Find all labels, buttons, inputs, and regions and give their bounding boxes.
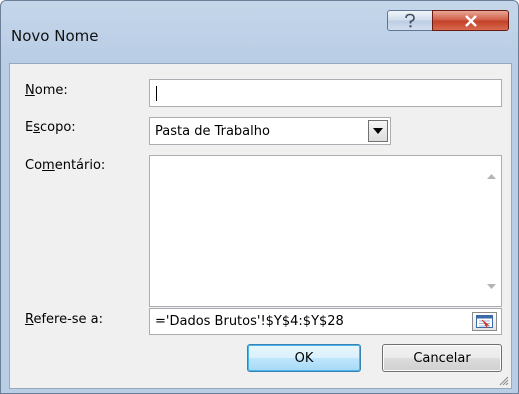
- help-icon: [405, 13, 415, 27]
- scope-selected-value: Pasta de Trabalho: [155, 123, 270, 139]
- comment-textarea[interactable]: [149, 155, 502, 307]
- close-button[interactable]: [432, 10, 509, 31]
- help-button[interactable]: [387, 10, 433, 31]
- dialog-title: Novo Nome: [11, 27, 99, 45]
- cancel-button[interactable]: Cancelar: [382, 344, 502, 372]
- dialog-body: Nome: Escopo: Pasta de Trabalho Comentár…: [9, 63, 512, 389]
- dialog-window: Novo Nome Nome: Escopo: Pasta de Trabalh…: [0, 0, 519, 394]
- resize-grip-icon[interactable]: [499, 376, 509, 386]
- comment-label-text: Comentário:: [25, 158, 106, 173]
- refers-label-text: Refere-se a:: [25, 312, 104, 327]
- chevron-down-icon: [373, 128, 383, 134]
- scroll-up-icon[interactable]: [487, 174, 496, 179]
- scope-label: Escopo:: [25, 120, 76, 135]
- text-caret: [156, 86, 157, 101]
- close-icon: [464, 14, 477, 27]
- name-input[interactable]: [149, 79, 502, 107]
- collapse-dialog-icon: [476, 315, 493, 328]
- comment-label: Comentário:: [25, 158, 105, 173]
- ok-button-label: OK: [294, 350, 314, 366]
- name-label: Nome:: [25, 83, 68, 98]
- scroll-down-icon[interactable]: [487, 284, 496, 289]
- scope-dropdown[interactable]: Pasta de Trabalho: [149, 117, 391, 145]
- comment-scrollbar[interactable]: [482, 156, 501, 306]
- ok-button[interactable]: OK: [247, 344, 361, 372]
- cancel-button-label: Cancelar: [413, 350, 471, 366]
- scope-dropdown-button[interactable]: [368, 120, 388, 142]
- refers-to-input[interactable]: ='Dados Brutos'!$Y$4:$Y$28: [149, 308, 502, 335]
- scope-label-text: Escopo:: [25, 120, 76, 135]
- refers-to-value: ='Dados Brutos'!$Y$4:$Y$28: [155, 314, 344, 329]
- refers-label: Refere-se a:: [25, 312, 103, 327]
- name-label-text: Nome:: [25, 83, 68, 98]
- collapse-dialog-button[interactable]: [472, 312, 497, 331]
